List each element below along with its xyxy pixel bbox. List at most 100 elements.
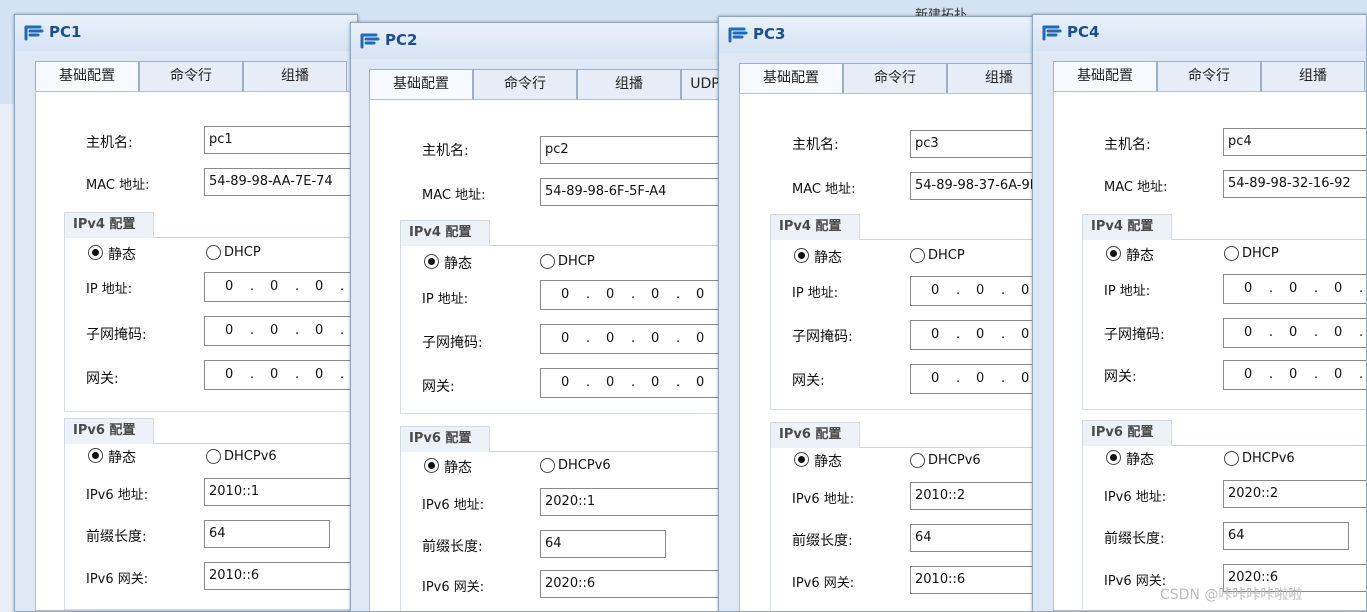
ipv6-static-label: 静态 <box>814 454 842 470</box>
tab-command-line[interactable]: 命令行 <box>139 61 243 91</box>
ipv4-dhcp-radio[interactable] <box>910 248 925 263</box>
ipv6-gateway-field[interactable]: 2020::6 <box>540 570 719 598</box>
ip-octet: 0 <box>976 283 985 298</box>
ip-octet: 0 <box>606 287 615 302</box>
dhcpv6-radio[interactable] <box>206 449 221 464</box>
tab-multicast[interactable]: 组播 <box>1261 61 1365 91</box>
dhcpv6-radio[interactable] <box>540 458 555 473</box>
mac-field[interactable]: 54-89-98-32-16-92 <box>1223 170 1366 198</box>
tab-basic-config[interactable]: 基础配置 <box>1053 61 1157 92</box>
mac-field[interactable]: 54-89-98-37-6A-9D <box>910 172 1035 200</box>
gateway-label: 网关: <box>792 373 825 389</box>
ipv6-gateway-label: IPv6 网关: <box>792 576 855 591</box>
ip-field[interactable]: 0. 0. 0. <box>1223 274 1366 304</box>
tab-multicast[interactable]: 组播 <box>243 61 347 91</box>
mask-octet: 0 <box>696 331 705 346</box>
ip-field[interactable]: 0. 0. 0. 0 <box>540 280 719 310</box>
mask-field[interactable]: 0. 0. 0. 0 <box>540 324 719 354</box>
mask-octet: 0 <box>931 327 940 342</box>
pc2-window: PC2 基础配置 命令行 组播 UDP 主机名: pc2 MAC 地址: 54-… <box>350 22 720 612</box>
gateway-octet: 0 <box>225 367 234 382</box>
gateway-octet: 0 <box>1334 367 1343 382</box>
mask-octet: 0 <box>1021 327 1030 342</box>
gateway-dot: . <box>250 367 255 382</box>
ipv4-dhcp-radio[interactable] <box>1224 246 1239 261</box>
prefix-length-field[interactable]: 64 <box>1223 522 1349 550</box>
ip-dot: . <box>956 283 961 298</box>
hostname-field[interactable]: pc1 <box>204 126 357 154</box>
ip-field[interactable]: 0. 0. 0. 0 <box>204 272 357 302</box>
gateway-dot: . <box>956 371 961 386</box>
mask-octet: 0 <box>315 323 324 338</box>
ip-dot: . <box>295 279 300 294</box>
prefix-length-field[interactable]: 64 <box>204 520 330 548</box>
prefix-length-field[interactable]: 64 <box>540 530 666 558</box>
ipv4-static-radio[interactable] <box>424 254 439 269</box>
ipv6-address-field[interactable]: 2020::2 <box>1223 480 1366 508</box>
ipv6-static-radio[interactable] <box>88 448 103 463</box>
ipv6-address-field[interactable]: 2010::2 <box>910 482 1035 510</box>
tab-command-line[interactable]: 命令行 <box>473 69 577 99</box>
window-title: PC3 <box>753 25 786 43</box>
gateway-field[interactable]: 0. 0. 0. 0 <box>204 360 357 390</box>
prefix-length-field[interactable]: 64 <box>910 524 1035 552</box>
hostname-field[interactable]: pc2 <box>540 136 719 164</box>
dhcpv6-label: DHCPv6 <box>1242 451 1295 466</box>
gateway-dot: . <box>586 375 591 390</box>
gateway-field[interactable]: 0. 0. 0 <box>910 364 1035 394</box>
ipv6-static-radio[interactable] <box>1106 450 1121 465</box>
tab-multicast[interactable]: 组播 <box>577 69 681 99</box>
ipv6-static-radio[interactable] <box>424 458 439 473</box>
mask-field[interactable]: 0. 0. 0 <box>910 320 1035 350</box>
gateway-field[interactable]: 0. 0. 0. <box>1223 360 1366 390</box>
mac-field[interactable]: 54-89-98-AA-7E-74 <box>204 168 357 196</box>
ip-octet: 0 <box>225 279 234 294</box>
tab-command-line[interactable]: 命令行 <box>843 63 947 93</box>
csdn-watermark: CSDN @咔咔咔咔啦啦 <box>1160 587 1303 603</box>
ipv4-static-radio[interactable] <box>794 248 809 263</box>
ip-field[interactable]: 0. 0. 0 <box>910 276 1035 306</box>
ip-dot: . <box>250 279 255 294</box>
prefix-length-label: 前缀长度: <box>792 533 853 549</box>
gateway-octet: 0 <box>1244 367 1253 382</box>
ipv4-static-radio[interactable] <box>88 245 103 260</box>
ipv4-static-radio[interactable] <box>1106 246 1121 261</box>
ipv4-dhcp-radio[interactable] <box>206 245 221 260</box>
hostname-label: 主机名: <box>1104 137 1151 153</box>
window-titlebar[interactable]: PC4 <box>1033 15 1366 51</box>
tab-multicast[interactable]: 组播 <box>947 63 1035 93</box>
ipv6-gateway-field[interactable]: 2010::6 <box>204 562 357 590</box>
gateway-label: 网关: <box>422 379 455 395</box>
hostname-field[interactable]: pc3 <box>910 130 1035 158</box>
basic-config-panel: 主机名: pc4 MAC 地址: 54-89-98-32-16-92 IPv4 … <box>1053 91 1366 611</box>
gateway-dot: . <box>340 367 345 382</box>
window-title: PC2 <box>385 31 418 49</box>
window-titlebar[interactable]: PC3 <box>719 17 1035 53</box>
gateway-field[interactable]: 0. 0. 0. 0 <box>540 368 719 398</box>
ipv4-dhcp-radio[interactable] <box>540 254 555 269</box>
tab-command-line[interactable]: 命令行 <box>1157 61 1261 91</box>
tab-basic-config[interactable]: 基础配置 <box>369 69 473 100</box>
mask-field[interactable]: 0. 0. 0. 0 <box>204 316 357 346</box>
tab-basic-config[interactable]: 基础配置 <box>739 63 843 94</box>
hostname-field[interactable]: pc4 <box>1223 128 1366 156</box>
ip-label: IP 地址: <box>1104 284 1151 299</box>
ipv6-address-field[interactable]: 2010::1 <box>204 478 357 506</box>
gateway-octet: 0 <box>696 375 705 390</box>
tab-udp[interactable]: UDP <box>681 69 719 99</box>
window-titlebar[interactable]: PC2 <box>351 23 719 59</box>
ipv6-gateway-field[interactable]: 2010::6 <box>910 566 1035 594</box>
tab-basic-config[interactable]: 基础配置 <box>35 61 139 92</box>
ipv4-static-label: 静态 <box>108 247 136 263</box>
gateway-dot: . <box>1314 367 1319 382</box>
mask-field[interactable]: 0. 0. 0. <box>1223 318 1366 348</box>
dhcpv6-radio[interactable] <box>1224 451 1239 466</box>
ip-octet: 0 <box>1244 281 1253 296</box>
ipv4-dhcp-label: DHCP <box>1242 246 1279 261</box>
window-titlebar[interactable]: PC1 <box>15 15 357 51</box>
mac-field[interactable]: 54-89-98-6F-5F-A4 <box>540 178 719 206</box>
ipv6-address-field[interactable]: 2020::1 <box>540 488 719 516</box>
prefix-length-label: 前缀长度: <box>422 539 483 555</box>
ipv6-static-radio[interactable] <box>794 452 809 467</box>
dhcpv6-radio[interactable] <box>910 453 925 468</box>
